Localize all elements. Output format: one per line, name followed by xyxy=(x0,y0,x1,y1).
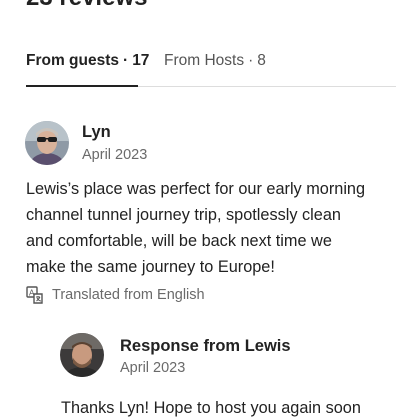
translate-icon: A xyxy=(26,286,44,304)
host-avatar[interactable] xyxy=(60,333,104,377)
tab-label: From Hosts xyxy=(164,52,245,69)
review-tabs: From guests · 17 From Hosts · 8 xyxy=(0,40,420,92)
reviewer-avatar[interactable] xyxy=(25,121,69,165)
tabs-divider xyxy=(138,86,396,87)
response-title: Response from Lewis xyxy=(120,337,291,355)
tab-from-hosts[interactable]: From Hosts · 8 xyxy=(164,51,266,71)
reviewer-name: Lyn xyxy=(82,123,111,141)
review-text-line: Lewis’s place was perfect for our early … xyxy=(26,180,366,198)
tab-count: 17 xyxy=(132,52,150,69)
review-date: April 2023 xyxy=(82,147,148,163)
tab-label: From guests xyxy=(26,52,120,69)
host-photo xyxy=(60,333,104,377)
review-text-line: make the same journey to Europe! xyxy=(26,258,275,276)
review-text: Lewis’s place was perfect for our early … xyxy=(26,176,410,280)
tab-count: 8 xyxy=(257,52,266,69)
translation-note-text: Translated from English xyxy=(52,287,205,303)
review-text-line: channel tunnel journey trip, spotlessly … xyxy=(26,206,341,224)
selected-tab-indicator xyxy=(26,85,138,87)
tab-from-guests[interactable]: From guests · 17 xyxy=(26,51,149,71)
page-title: 23 reviews xyxy=(26,0,147,10)
response-text: Thanks Lyn! Hope to host you again soon xyxy=(61,399,361,417)
response-date: April 2023 xyxy=(120,360,186,376)
review-text-line: and comfortable, will be back next time … xyxy=(26,232,332,250)
reviewer-photo xyxy=(25,121,69,165)
translation-note: A Translated from English xyxy=(26,285,205,305)
